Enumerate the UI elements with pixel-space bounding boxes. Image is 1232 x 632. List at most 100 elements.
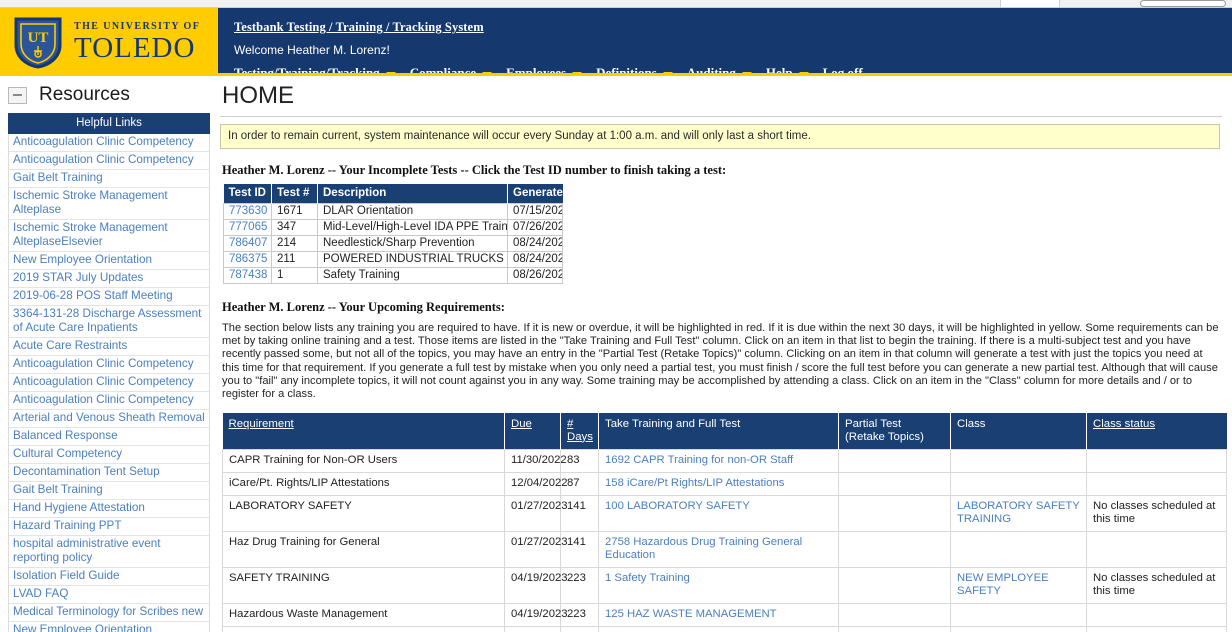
svg-text:UT: UT [28, 30, 49, 46]
test-test-num-cell: 347 [271, 219, 318, 236]
sidebar-link[interactable]: Anticoagulation Clinic Competency [9, 392, 209, 410]
sidebar-link[interactable]: Ischemic Stroke Management Alteplase [9, 188, 209, 220]
sidebar-link[interactable]: Cultural Competency [9, 446, 209, 464]
take-training-link[interactable]: 233 DOT HAZMAT SHIPPING [598, 626, 839, 632]
sidebar-link[interactable]: Hand Hygiene Attestation [9, 500, 209, 518]
test-id-link[interactable]: 787438 [223, 267, 272, 284]
sidebar-link[interactable]: 3364-131-28 Discharge Assessment of Acut… [9, 306, 209, 338]
class-status-cell [1086, 449, 1227, 474]
test-id-link[interactable]: 777065 [223, 219, 272, 236]
helpful-links-list: Anticoagulation Clinic Competency Anticoa… [8, 134, 210, 632]
sidebar-link[interactable]: Decontamination Tent Setup [9, 464, 209, 482]
sidebar-link[interactable]: Gait Belt Training [9, 482, 209, 500]
tests-table-body: 7736301671DLAR Orientation07/15/20227770… [223, 203, 563, 284]
ut-logo-line1: THE UNIVERSITY OF [74, 20, 201, 32]
sort-link[interactable]: Class status [1093, 418, 1155, 430]
requirement-cell: DOT Hazmat Awareness [222, 626, 505, 632]
test-generated-cell: 07/26/2022 [507, 219, 563, 236]
tests-column-header: Test ID [223, 184, 272, 204]
partial-test-link [838, 531, 951, 569]
test-generated-cell: 07/15/2022 [507, 203, 563, 220]
sidebar-link[interactable]: Gait Belt Training [9, 170, 209, 188]
sidebar-link[interactable]: 2019 STAR July Updates [9, 270, 209, 288]
table-row: Hazardous Waste Management 04/19/2023 223 1… [222, 603, 1227, 628]
partial-test-link [838, 603, 951, 628]
class-link [950, 472, 1087, 497]
test-description-cell: Needlestick/Sharp Prevention [317, 235, 508, 252]
test-test-num-cell: 214 [271, 235, 318, 252]
sidebar-link[interactable]: Medical Terminology for Scribes new [9, 604, 209, 622]
test-description-cell: DLAR Orientation [317, 203, 508, 220]
requirements-table-header-row: Requirement Due # Days Take Training and Ful… [222, 413, 1227, 450]
sort-link[interactable]: Requirement [229, 418, 294, 430]
days-remaining-cell: 223 [560, 567, 599, 605]
sidebar-link[interactable]: Hazard Training PPT [9, 518, 209, 536]
sidebar-link[interactable]: Anticoagulation Clinic Competency [9, 356, 209, 374]
browser-tab[interactable] [1000, 0, 1060, 7]
class-link[interactable]: LABORATORY SAFETY TRAINING [950, 495, 1087, 533]
partial-test-link [838, 472, 951, 497]
sidebar-link[interactable]: Anticoagulation Clinic Competency [9, 152, 209, 170]
sidebar-link[interactable]: Anticoagulation Clinic Competency [9, 134, 209, 152]
tests-column-header: Generated [507, 184, 570, 204]
sidebar-link[interactable]: Anticoagulation Clinic Competency [9, 374, 209, 392]
take-training-link[interactable]: 1692 CAPR Training for non-OR Staff [598, 449, 839, 474]
due-date-cell: 04/19/2023 [504, 603, 568, 628]
take-training-link[interactable]: 2758 Hazardous Drug Training General Edu… [598, 531, 839, 569]
main-content: HOME In order to remain current, system … [218, 76, 1232, 632]
take-training-link[interactable]: 1 Safety Training [598, 567, 839, 605]
table-row: 7736301671DLAR Orientation07/15/2022 [223, 203, 563, 220]
sort-link[interactable]: # Days [567, 418, 593, 443]
tests-column-header: Test # [271, 184, 318, 204]
sidebar-link[interactable]: Acute Care Restraints [9, 338, 209, 356]
test-id-link[interactable]: 786407 [223, 235, 272, 252]
sort-link[interactable]: Due [511, 418, 532, 430]
sidebar-link[interactable]: LVAD FAQ [9, 586, 209, 604]
sidebar-link[interactable]: 2019-06-28 POS Staff Meeting [9, 288, 209, 306]
requirements-table: Requirement Due # Days Take Training and Ful… [222, 413, 1227, 632]
partial-test-link [838, 495, 951, 533]
take-training-link[interactable]: 125 HAZ WASTE MANAGEMENT [598, 603, 839, 628]
test-id-link[interactable]: 786375 [223, 251, 272, 268]
maintenance-notice: In order to remain current, system maint… [220, 124, 1220, 149]
take-training-link[interactable]: 158 iCare/Pt Rights/LIP Attestations [598, 472, 839, 497]
class-link[interactable]: NEW EMPLOYEE SAFETY [950, 567, 1087, 605]
sidebar-link[interactable]: Balanced Response [9, 428, 209, 446]
table-row: CAPR Training for Non-OR Users 11/30/2022… [222, 449, 1227, 474]
tests-column-header: Description [317, 184, 508, 204]
class-link [950, 626, 1087, 632]
days-remaining-cell: 87 [560, 472, 599, 497]
due-date-cell: 04/19/2023 [504, 567, 568, 605]
app-title-link[interactable]: Testbank Testing / Training / Tracking S… [234, 20, 484, 35]
class-status-cell [1086, 626, 1227, 632]
helpful-links-header: Helpful Links [8, 113, 210, 134]
banner-content: Testbank Testing / Training / Tracking S… [218, 8, 1232, 80]
ut-logo[interactable]: UT THE UNIVERSITY OF TOLEDO [0, 8, 218, 76]
welcome-message: Welcome Heather M. Lorenz! [234, 43, 390, 57]
sidebar-link[interactable]: Isolation Field Guide [9, 568, 209, 586]
requirements-column-header[interactable]: Due [504, 413, 561, 450]
upcoming-requirements-description: The section below lists any training you… [222, 322, 1219, 401]
table-row: 7874381Safety Training08/26/2022 [223, 267, 563, 284]
days-remaining-cell: 141 [560, 531, 599, 569]
requirement-cell: SAFETY TRAINING [222, 567, 505, 605]
browser-address-bar[interactable] [1140, 0, 1226, 7]
due-date-cell: 11/30/2022 [504, 449, 567, 474]
ut-logo-line2: TOLEDO [74, 31, 196, 64]
requirements-column-header[interactable]: Class status [1086, 413, 1227, 450]
days-remaining-cell: 141 [560, 495, 599, 533]
sidebar-link[interactable]: Arterial and Venous Sheath Removal [9, 410, 209, 428]
sidebar-link[interactable]: New Employee Orientation [9, 622, 209, 632]
tests-table-header-row: Test ID Test # Description Generated [223, 184, 570, 204]
requirements-column-header[interactable]: Requirement [222, 413, 505, 450]
take-training-link[interactable]: 100 LABORATORY SAFETY [598, 495, 839, 533]
requirement-cell: Hazardous Waste Management [222, 603, 505, 628]
sidebar-link[interactable]: New Employee Orientation [9, 252, 209, 270]
requirements-column-header[interactable]: # Days [560, 413, 599, 450]
test-id-link[interactable]: 773630 [223, 203, 272, 220]
sidebar-link[interactable]: hospital administrative event reporting … [9, 536, 209, 568]
sidebar: Resources Helpful Links Anticoagulation … [0, 76, 218, 632]
menu-icon[interactable] [8, 86, 27, 104]
sidebar-link[interactable]: Ischemic Stroke Management AlteplaseElse… [9, 220, 209, 252]
requirement-cell: Haz Drug Training for General [222, 531, 505, 569]
